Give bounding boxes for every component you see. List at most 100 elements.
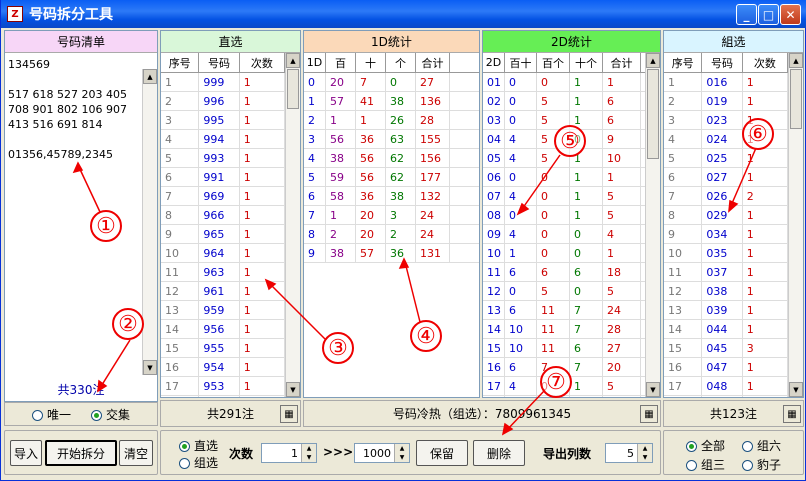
col-units-header[interactable]: 个 — [386, 53, 416, 72]
col-tu-header[interactable]: 十个 — [570, 53, 603, 72]
table-row[interactable]: 08 0 0 1 5 — [483, 206, 645, 225]
spinner-arrows-icon[interactable]: ▲ ▼ — [301, 444, 316, 462]
table-row[interactable]: 11 963 1 — [161, 263, 285, 282]
scroll-up-icon[interactable]: ▲ — [143, 69, 157, 84]
group-radio[interactable]: 组选 — [179, 454, 218, 471]
table-row[interactable]: 2 019 1 — [664, 92, 788, 111]
maximize-button[interactable]: □ — [758, 4, 779, 25]
direct-radio[interactable]: 直选 — [179, 437, 218, 454]
col-count-header[interactable]: 次数 — [743, 53, 788, 72]
table-row[interactable]: 180491 — [664, 396, 788, 397]
col-index-header[interactable]: 序号 — [161, 53, 200, 72]
scroll-thumb[interactable] — [647, 69, 659, 159]
table-row[interactable]: 12 961 1 — [161, 282, 285, 301]
number-list-textarea[interactable]: 134569 517 618 527 203 405 708 901 802 106… — [8, 57, 141, 162]
table-row[interactable]: 4 38 56 62 156 — [304, 149, 479, 168]
direct-scrollbar[interactable]: ▲ ▼ — [285, 53, 300, 397]
calculator-icon[interactable]: ▦ — [280, 405, 298, 423]
table-row[interactable]: 10 035 1 — [664, 244, 788, 263]
table-row[interactable]: 3 995 1 — [161, 111, 285, 130]
table-row[interactable]: 5 993 1 — [161, 149, 285, 168]
scroll-thumb[interactable] — [790, 69, 802, 129]
table-row[interactable]: 14 044 1 — [664, 320, 788, 339]
scroll-down-icon[interactable]: ▼ — [143, 360, 157, 375]
group-scrollbar[interactable]: ▲ ▼ — [788, 53, 803, 397]
scroll-down-icon[interactable]: ▼ — [286, 382, 300, 397]
table-row[interactable]: 13 6 11 7 24 — [483, 301, 645, 320]
table-row[interactable]: 5 025 1 — [664, 149, 788, 168]
col-index-header[interactable]: 序号 — [664, 53, 703, 72]
col-hundreds-header[interactable]: 百 — [326, 53, 356, 72]
unique-radio[interactable]: 唯一 — [31, 406, 71, 423]
table-row[interactable]: 189511 — [161, 396, 285, 397]
scroll-down-icon[interactable]: ▼ — [646, 382, 660, 397]
col-total-header[interactable]: 合计 — [603, 53, 641, 72]
table-row[interactable]: 0 20 7 0 27 — [304, 73, 479, 92]
table-row[interactable]: 6 027 1 — [664, 168, 788, 187]
table-row[interactable]: 12 038 1 — [664, 282, 788, 301]
table-row[interactable]: 9 034 1 — [664, 225, 788, 244]
col-ht-header[interactable]: 百十 — [505, 53, 537, 72]
table-row[interactable]: 11 037 1 — [664, 263, 788, 282]
table-row[interactable]: 06 0 0 1 1 — [483, 168, 645, 187]
stat2d-scrollbar[interactable]: ▲ ▼ — [645, 53, 660, 397]
table-row[interactable]: 5 59 56 62 177 — [304, 168, 479, 187]
col-tens-header[interactable]: 十 — [356, 53, 386, 72]
table-row[interactable]: 1 016 1 — [664, 73, 788, 92]
col-total-header[interactable]: 合计 — [416, 53, 450, 72]
table-row[interactable]: 7 969 1 — [161, 187, 285, 206]
keep-button[interactable]: 保留 — [416, 440, 468, 466]
table-row[interactable]: 7 026 2 — [664, 187, 788, 206]
scroll-up-icon[interactable]: ▲ — [286, 53, 300, 68]
table-row[interactable]: 16 954 1 — [161, 358, 285, 377]
table-row[interactable]: 6 58 36 38 132 — [304, 187, 479, 206]
list-scrollbar[interactable]: ▲ ▼ — [142, 69, 157, 375]
from-spinner[interactable]: 1 ▲ ▼ — [261, 443, 317, 463]
table-row[interactable]: 8 966 1 — [161, 206, 285, 225]
scroll-thumb[interactable] — [287, 69, 299, 109]
col-number-header[interactable]: 号码 — [199, 53, 240, 72]
table-row[interactable]: 07 4 0 1 5 — [483, 187, 645, 206]
to-spinner[interactable]: 1000 ▲ ▼ — [354, 443, 410, 463]
table-row[interactable]: 14 956 1 — [161, 320, 285, 339]
table-row[interactable]: 11 6 6 6 18 — [483, 263, 645, 282]
table-row[interactable]: 13 959 1 — [161, 301, 285, 320]
table-row[interactable]: 17 953 1 — [161, 377, 285, 396]
close-button[interactable]: ✕ — [780, 4, 801, 25]
table-row[interactable]: 3 56 36 63 155 — [304, 130, 479, 149]
table-row[interactable]: 13 039 1 — [664, 301, 788, 320]
table-row[interactable]: 4 994 1 — [161, 130, 285, 149]
table-row[interactable]: 15 045 3 — [664, 339, 788, 358]
all-radio[interactable]: 全部 — [686, 437, 725, 454]
table-row[interactable]: 09 4 0 0 4 — [483, 225, 645, 244]
calculator-icon[interactable]: ▦ — [640, 405, 658, 423]
leopard-radio[interactable]: 豹子 — [742, 456, 781, 473]
col-1d-header[interactable]: 1D — [304, 53, 326, 72]
spinner-arrows-icon[interactable]: ▲ ▼ — [637, 444, 652, 462]
clear-button[interactable]: 清空 — [119, 440, 153, 466]
export-columns-spinner[interactable]: 5 ▲ ▼ — [605, 443, 653, 463]
col-hu-header[interactable]: 百个 — [537, 53, 570, 72]
table-row[interactable]: 2 996 1 — [161, 92, 285, 111]
table-row[interactable]: 10 1 0 0 1 — [483, 244, 645, 263]
table-row[interactable]: 17 048 1 — [664, 377, 788, 396]
table-row[interactable]: 7 1 20 3 24 — [304, 206, 479, 225]
table-row[interactable]: 12 0 5 0 5 — [483, 282, 645, 301]
scroll-up-icon[interactable]: ▲ — [646, 53, 660, 68]
table-row[interactable]: 16 047 1 — [664, 358, 788, 377]
group3-radio[interactable]: 组三 — [686, 456, 725, 473]
minimize-button[interactable]: _ — [736, 4, 757, 25]
table-row[interactable]: 1 999 1 — [161, 73, 285, 92]
col-count-header[interactable]: 次数 — [240, 53, 285, 72]
spinner-arrows-icon[interactable]: ▲ ▼ — [394, 444, 409, 462]
table-row[interactable]: 6 991 1 — [161, 168, 285, 187]
table-row[interactable]: 184015 — [483, 396, 645, 397]
table-row[interactable]: 01 0 0 1 1 — [483, 73, 645, 92]
table-row[interactable]: 10 964 1 — [161, 244, 285, 263]
col-number-header[interactable]: 号码 — [702, 53, 743, 72]
table-row[interactable]: 02 0 5 1 6 — [483, 92, 645, 111]
delete-button[interactable]: 删除 — [473, 440, 525, 466]
start-split-button[interactable]: 开始拆分 — [45, 440, 117, 466]
group6-radio[interactable]: 组六 — [742, 437, 781, 454]
table-row[interactable]: 8 2 20 2 24 — [304, 225, 479, 244]
